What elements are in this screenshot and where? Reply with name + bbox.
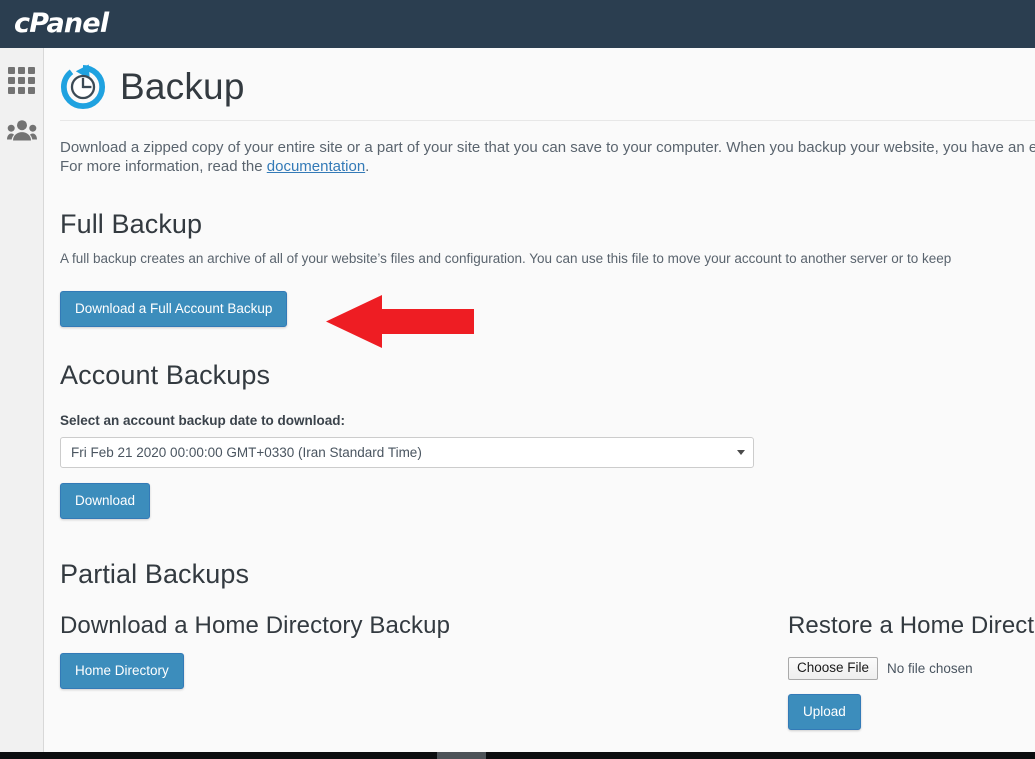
cpanel-logo[interactable]: cPanel: [14, 8, 109, 40]
top-header-bar: cPanel: [0, 0, 1035, 48]
choose-file-button[interactable]: Choose File: [788, 657, 879, 680]
account-backup-select-label: Select an account backup date to downloa…: [60, 413, 346, 428]
description-line-2-prefix: For more information, read the: [60, 158, 267, 175]
account-backups-heading: Account Backups: [60, 360, 271, 390]
home-directory-file-row: Choose File No file chosen: [788, 657, 1035, 680]
left-sidebar: [0, 48, 44, 759]
restore-home-directory-heading: Restore a Home Direct: [788, 612, 1035, 639]
horizontal-scrollbar-thumb[interactable]: [437, 752, 486, 759]
grid-icon: [8, 66, 35, 94]
account-backup-date-select[interactable]: Fri Feb 21 2020 00:00:00 GMT+0330 (Iran …: [60, 437, 754, 468]
description-line-1: Download a zipped copy of your entire si…: [60, 139, 1035, 156]
full-backup-heading: Full Backup: [60, 209, 203, 239]
no-file-chosen-text: No file chosen: [887, 661, 973, 676]
horizontal-scrollbar[interactable]: [0, 752, 1035, 759]
backup-restore-clock-icon: [60, 64, 106, 110]
upload-button[interactable]: Upload: [788, 694, 861, 730]
download-home-directory-heading: Download a Home Directory Backup: [60, 612, 451, 639]
title-divider: [60, 120, 1035, 121]
sidebar-item-apps[interactable]: [0, 58, 43, 102]
people-icon: [6, 120, 37, 141]
partial-backups-columns: Download a Home Directory Backup Home Di…: [60, 612, 1035, 752]
sidebar-item-user-manager[interactable]: [0, 108, 43, 152]
download-account-backup-button[interactable]: Download: [60, 483, 151, 519]
download-full-account-backup-button[interactable]: Download a Full Account Backup: [60, 291, 288, 327]
main-content: Backup Download a zipped copy of your en…: [44, 48, 1035, 759]
page-header: Backup: [60, 48, 1035, 120]
page-title: Backup: [120, 66, 245, 107]
home-directory-button[interactable]: Home Directory: [60, 653, 184, 689]
partial-backups-heading: Partial Backups: [60, 559, 250, 589]
documentation-link[interactable]: documentation: [267, 158, 365, 175]
description-line-2-suffix: .: [365, 158, 370, 175]
cpanel-backup-screen: cPanel Backup Download a zipped copy of …: [0, 0, 1035, 759]
download-home-directory-column: Download a Home Directory Backup Home Di…: [60, 612, 760, 689]
full-backup-paragraph: A full backup creates an archive of all …: [60, 251, 952, 266]
account-backup-select-wrapper: Fri Feb 21 2020 00:00:00 GMT+0330 (Iran …: [60, 437, 754, 468]
page-description: Download a zipped copy of your entire si…: [60, 138, 1035, 176]
restore-home-directory-column: Restore a Home Direct Choose File No fil…: [788, 612, 1035, 730]
